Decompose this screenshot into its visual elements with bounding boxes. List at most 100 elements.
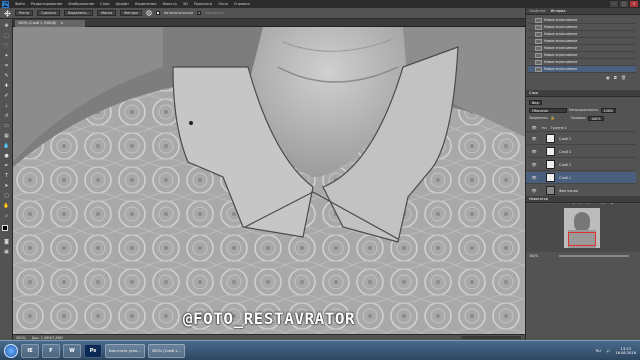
fill-input[interactable]: 100% [588,115,604,121]
explorer-icon[interactable]: F [42,343,60,358]
menu-window[interactable]: Окно [218,2,228,6]
align-checkbox[interactable] [197,11,202,15]
gear-icon[interactable] [146,10,152,16]
eyedropper-icon[interactable]: ✎ [3,73,10,80]
quick-mask-icon[interactable]: ◙ [3,239,10,246]
tab-history[interactable]: История [551,9,566,13]
path-selection-icon[interactable]: ➤ [3,183,10,190]
navigator-zoom-slider[interactable] [559,255,629,257]
history-item[interactable]: Новое агрессивное [528,24,636,31]
layer-row[interactable]: 👁 Слой 2 [526,159,636,171]
history-item[interactable]: Новое агрессивное [528,45,636,52]
lock-icon[interactable]: 🔒 [551,116,555,120]
foreground-color-swatch[interactable] [2,225,8,231]
layer-kind-select[interactable]: Вид [529,99,542,105]
clone-stamp-icon[interactable]: ⊥ [3,103,10,110]
word-icon[interactable]: W [63,343,81,358]
photoshop-taskbar-icon[interactable]: Ps [84,343,102,358]
auto-checkbox[interactable] [155,11,160,15]
maximize-button[interactable]: □ [620,1,628,7]
taskbar-task-photoshop[interactable]: 300% (Слой 1... [147,343,185,358]
menu-select[interactable]: Выделение [135,2,156,6]
brush-icon[interactable]: ✐ [3,93,10,100]
menu-file[interactable]: Файл [15,2,25,6]
camera-icon[interactable]: ◘ [614,75,617,80]
lock-label: Закрепить: [529,116,549,120]
blur-icon[interactable]: 💧 [3,143,10,150]
tab-properties[interactable]: Свойства [529,9,546,13]
eye-icon[interactable]: 👁 [530,149,538,154]
history-item[interactable]: Новое агрессивное [528,31,636,38]
navigator-view-box[interactable] [568,232,596,246]
layer-row[interactable]: 👁 Слой 1 [526,133,636,145]
eraser-icon[interactable]: ▭ [3,123,10,130]
history-item[interactable]: Новое агрессивное [528,17,636,24]
layer-row-selected[interactable]: 👁 Слой 1 [526,172,636,184]
history-brush-icon[interactable]: ↺ [3,113,10,120]
menu-image[interactable]: Изображение [68,2,94,6]
option-button-make[interactable]: Сделать [37,10,61,16]
menu-edit[interactable]: Редактирование [31,2,62,6]
tab-layers[interactable]: Слои [529,91,538,95]
menu-type[interactable]: Шрифт [116,2,130,6]
screen-mode-icon[interactable]: ▣ [3,249,10,256]
blend-mode-select[interactable]: Обычные [529,107,567,113]
language-indicator[interactable]: RU [596,349,601,353]
history-item[interactable]: Новое агрессивное [528,52,636,59]
navigator-preview[interactable] [526,204,640,252]
windows-start-icon[interactable] [4,343,18,358]
opacity-input[interactable]: 100% [600,107,616,113]
move-icon[interactable]: ✥ [3,23,10,30]
healing-brush-icon[interactable]: ✚ [3,83,10,90]
history-panel-header: Свойства История [526,8,640,15]
crop-icon[interactable]: ⌗ [3,63,10,70]
taskbar-task-browser[interactable]: Как стать успе... [105,343,145,358]
menu-view[interactable]: Просмотр [194,2,212,6]
layer-group-row[interactable]: 👁 ▾▭ Группа 1 [526,124,636,132]
history-state-icon [535,52,542,58]
option-button-shapes[interactable]: Фигуры [120,10,142,16]
zoom-level[interactable]: 300% [16,336,26,340]
magic-wand-icon[interactable]: ✦ [3,53,10,60]
menu-3d[interactable]: 3D [183,2,188,6]
shape-icon[interactable]: ▢ [3,193,10,200]
type-icon[interactable]: T [3,173,10,180]
marquee-icon[interactable]: ⬚ [3,33,10,40]
option-button-mask[interactable]: Маска [97,10,117,16]
pen-icon[interactable]: ✒ [3,163,10,170]
eye-icon[interactable]: 👁 [530,175,538,180]
history-item[interactable]: Новое агрессивное [528,38,636,45]
clock[interactable]: 13:23 16.08.2016 [615,347,636,355]
option-button-raster[interactable]: Растр [15,10,34,16]
horizontal-scrollbar[interactable] [461,336,521,339]
menu-help[interactable]: Справка [234,2,250,6]
eye-icon[interactable]: 👁 [530,136,538,141]
eye-icon[interactable]: 👁 [530,162,538,167]
trash-icon[interactable]: 🗑 [621,75,626,80]
volume-icon[interactable]: 🔊 [606,349,610,353]
zoom-icon[interactable]: ⌕ [3,213,10,220]
close-button[interactable]: ✕ [630,1,638,7]
minimize-button[interactable]: – [610,1,618,7]
document-tab[interactable]: 300% (Слой 1, RGB/8) × [15,20,85,27]
layer-row[interactable]: 👁 Слой 3 [526,146,636,158]
eye-icon[interactable]: 👁 [530,188,538,193]
eye-icon[interactable]: 👁 [530,125,538,130]
move-tool-icon[interactable] [4,9,11,17]
history-item[interactable]: Новое агрессивное [528,59,636,66]
hand-icon[interactable]: ✋ [3,203,10,210]
lasso-icon[interactable]: ➰ [3,43,10,50]
option-button-select[interactable]: Выделить... [64,10,94,16]
history-item-selected[interactable]: Новое агрессивное [528,66,636,73]
ie-icon[interactable]: IE [21,343,39,358]
menu-filter[interactable]: Фильтр [163,2,177,6]
menu-layers[interactable]: Слои [100,2,109,6]
document-tab-close-icon[interactable]: × [60,21,63,25]
navigator-zoom[interactable]: 300% [529,254,538,258]
new-snapshot-icon[interactable]: ▣ [606,75,610,80]
gradient-icon[interactable]: ▦ [3,133,10,140]
taskbar: IE F W Ps Как стать успе... 300% (Слой 1… [0,340,640,360]
canvas-area[interactable]: @FOTO_RESTAVRATOR [13,27,525,334]
lock-row: Закрепить: 🔒 Заливка: 100% [529,115,604,121]
dodge-icon[interactable]: ● [3,153,10,160]
